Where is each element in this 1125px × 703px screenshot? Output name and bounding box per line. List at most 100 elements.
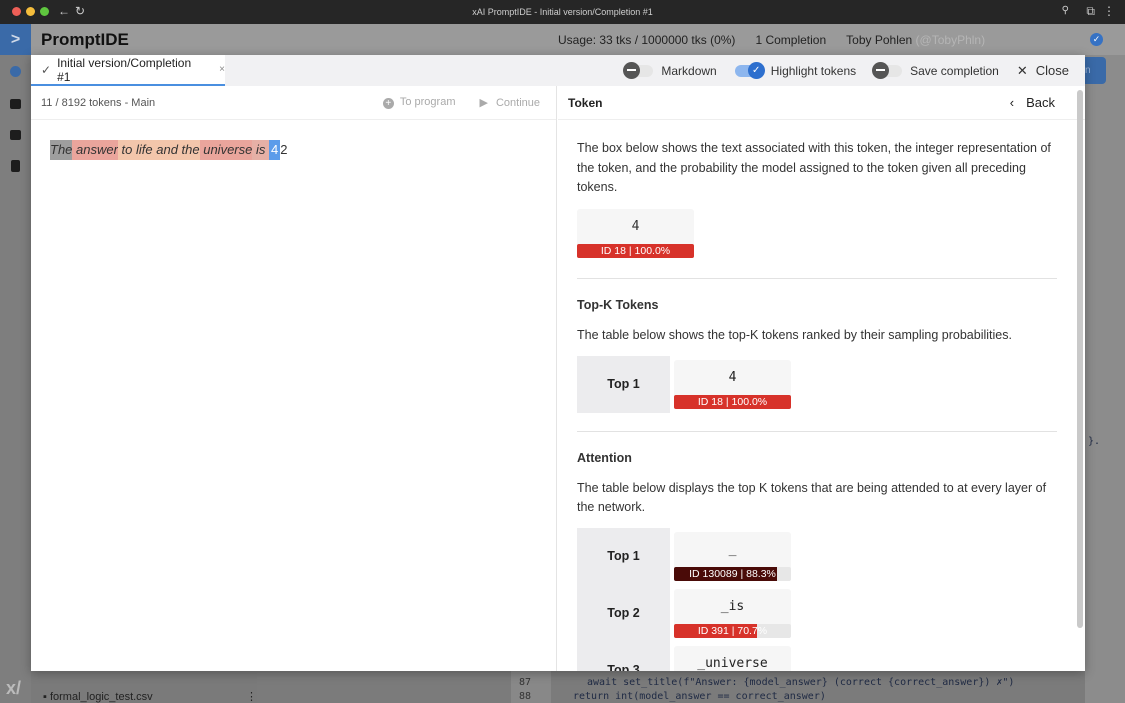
token-box[interactable]: 4 ID 18 | 100.0%	[577, 208, 694, 258]
xai-logo: x/	[6, 678, 22, 698]
topk-title: Top-K Tokens	[577, 298, 659, 312]
toggle-label: Save completion	[910, 63, 999, 78]
app-header: PromptIDE Usage: 33 tks / 1000000 tks (0…	[31, 24, 1125, 55]
toggle-off-icon	[872, 61, 890, 79]
background-panel	[1085, 55, 1125, 703]
app-brand: PromptIDE	[41, 30, 129, 49]
token-count: 11 / 8192 tokens - Main	[41, 96, 156, 109]
topk-table: Top 1 4 ID 18 | 100.0%	[577, 356, 791, 413]
verified-icon: ✓	[1090, 33, 1103, 46]
token[interactable]: universe	[199, 140, 253, 160]
token-prob-bar: ID 18 | 100.0%	[577, 243, 694, 258]
token-text: _universe	[697, 656, 768, 671]
sidebar-rail: > x/	[0, 24, 31, 703]
prob-bar: ID 391 | 70.7%	[674, 624, 791, 638]
line-number: 87	[519, 677, 532, 688]
browser-titlebar: ← ↻ xAI PromptIDE - Initial version/Comp…	[0, 0, 1125, 24]
token-text: _is	[720, 599, 745, 614]
line-number: 88	[519, 691, 532, 702]
to-program-button[interactable]: + To program	[382, 96, 456, 109]
close-icon: ✕	[1016, 62, 1028, 78]
divider	[577, 431, 1057, 432]
token-text: 4	[728, 370, 737, 385]
close-button[interactable]: ✕ Close	[1017, 63, 1069, 79]
file-item: ▪ formal_logic_test.csv	[43, 691, 153, 703]
prob-label: ID 18 | 100.0%	[697, 396, 768, 408]
plus-circle-icon: +	[382, 98, 394, 109]
rank-label: Top 1	[607, 377, 640, 391]
file-menu-icon: ⋮	[246, 691, 257, 703]
background-run-button: n	[1085, 57, 1106, 84]
close-label: Close	[1035, 63, 1069, 78]
prob-label: ID 391 | 70.7%	[697, 625, 768, 637]
tab-bar: ✓ Initial version/Completion #1 × Markdo…	[31, 55, 1085, 86]
highlight-tokens-toggle[interactable]: ✓ Highlight tokens	[734, 61, 857, 79]
rank-label: Top 1	[607, 549, 640, 563]
add-icon[interactable]	[10, 66, 21, 77]
rank-column: Top 1	[577, 356, 670, 413]
completion-modal: ✓ Initial version/Completion #1 × Markdo…	[31, 55, 1085, 671]
to-program-label: To program	[399, 96, 456, 108]
token-text: 4	[631, 218, 640, 234]
prob-bar: ID 130089 | 88.3%	[674, 567, 791, 581]
panel-title: Token	[568, 95, 603, 110]
back-label: Back	[1026, 95, 1055, 110]
background-file-pane: ▪ formal_logic_test.csv ⋮ 87 88 await se…	[31, 671, 1085, 703]
token-cell[interactable]: 4 ID 18 | 100.0%	[674, 360, 791, 409]
user-handle: (@TobyPhln)	[915, 33, 986, 47]
token-cell[interactable]: _universe	[674, 646, 791, 671]
window-title: xAI PromptIDE - Initial version/Completi…	[472, 7, 653, 17]
search-icon[interactable]: ⚲	[1062, 5, 1069, 16]
toggle-label: Highlight tokens	[770, 63, 857, 78]
scrollbar[interactable]	[1077, 90, 1083, 628]
token-text: The answer to life and the universe is 4…	[50, 140, 287, 160]
folder-icon[interactable]	[10, 99, 21, 109]
divider	[577, 278, 1057, 279]
token[interactable]: answer	[72, 140, 118, 160]
user-name: Toby Pohlen	[846, 33, 913, 47]
token[interactable]: 4	[268, 140, 281, 160]
prob-label: ID 130089 | 88.3%	[689, 568, 776, 580]
rank-label: Top 2	[607, 606, 640, 620]
code-line: return int(model_answer == correct_answe…	[573, 691, 826, 702]
tab-label: Initial version/Completion #1	[57, 55, 192, 84]
chevron-left-icon: ‹	[1009, 95, 1015, 110]
token[interactable]: to life and the	[117, 140, 200, 160]
token-prob-label: ID 18 | 100.0%	[600, 244, 671, 257]
menu-kebab-icon[interactable]: ⋮	[1103, 4, 1115, 18]
back-button[interactable]: ‹ Back	[1010, 95, 1055, 110]
play-icon: ▶	[479, 97, 488, 109]
background-code-fragment: }.	[1088, 436, 1101, 447]
continue-label: Continue	[495, 97, 540, 109]
token-text: _	[728, 542, 737, 557]
markdown-toggle[interactable]: Markdown	[623, 61, 717, 79]
token[interactable]: 2	[280, 140, 287, 160]
attention-desc: The table below displays the top K token…	[577, 480, 1047, 515]
rank-label: Top 3	[607, 663, 640, 671]
file-name: formal_logic_test.csv	[49, 691, 153, 703]
continue-button[interactable]: ▶ Continue	[479, 96, 540, 109]
save-completion-toggle[interactable]: Save completion	[872, 61, 999, 79]
expand-sidebar-icon[interactable]: >	[0, 24, 31, 55]
token[interactable]: The	[50, 140, 73, 160]
prob-bar: ID 18 | 100.0%	[674, 395, 791, 409]
token-intro: The box below shows the text associated …	[577, 141, 1051, 194]
code-line: await set_title(f"Answer: {model_answer}…	[587, 677, 1015, 688]
toggle-on-check-icon: ✓	[747, 61, 765, 79]
file-icon[interactable]	[11, 160, 20, 172]
token-cell[interactable]: _is ID 391 | 70.7%	[674, 589, 791, 638]
toggle-off-icon	[623, 61, 641, 79]
token[interactable]: is	[252, 140, 269, 160]
completion-pane: 11 / 8192 tokens - Main + To program ▶ Con…	[31, 86, 557, 671]
topk-desc: The table below shows the top-K tokens r…	[577, 327, 1012, 342]
check-icon: ✓	[41, 62, 52, 77]
close-tab-icon[interactable]: ×	[219, 64, 225, 75]
rank-column: Top 1 Top 2 Top 3	[577, 528, 670, 671]
tab-completion[interactable]: ✓ Initial version/Completion #1 ×	[31, 55, 225, 86]
attention-title: Attention	[577, 451, 632, 465]
token-cell[interactable]: _ ID 130089 | 88.3%	[674, 532, 791, 581]
toggle-label: Markdown	[661, 63, 717, 78]
extensions-icon[interactable]: ⧉	[1086, 4, 1095, 19]
attention-table: Top 1 Top 2 Top 3 _ ID 130089 | 88.3% _is ID 3…	[577, 528, 791, 671]
user-folder-icon[interactable]	[10, 130, 21, 140]
